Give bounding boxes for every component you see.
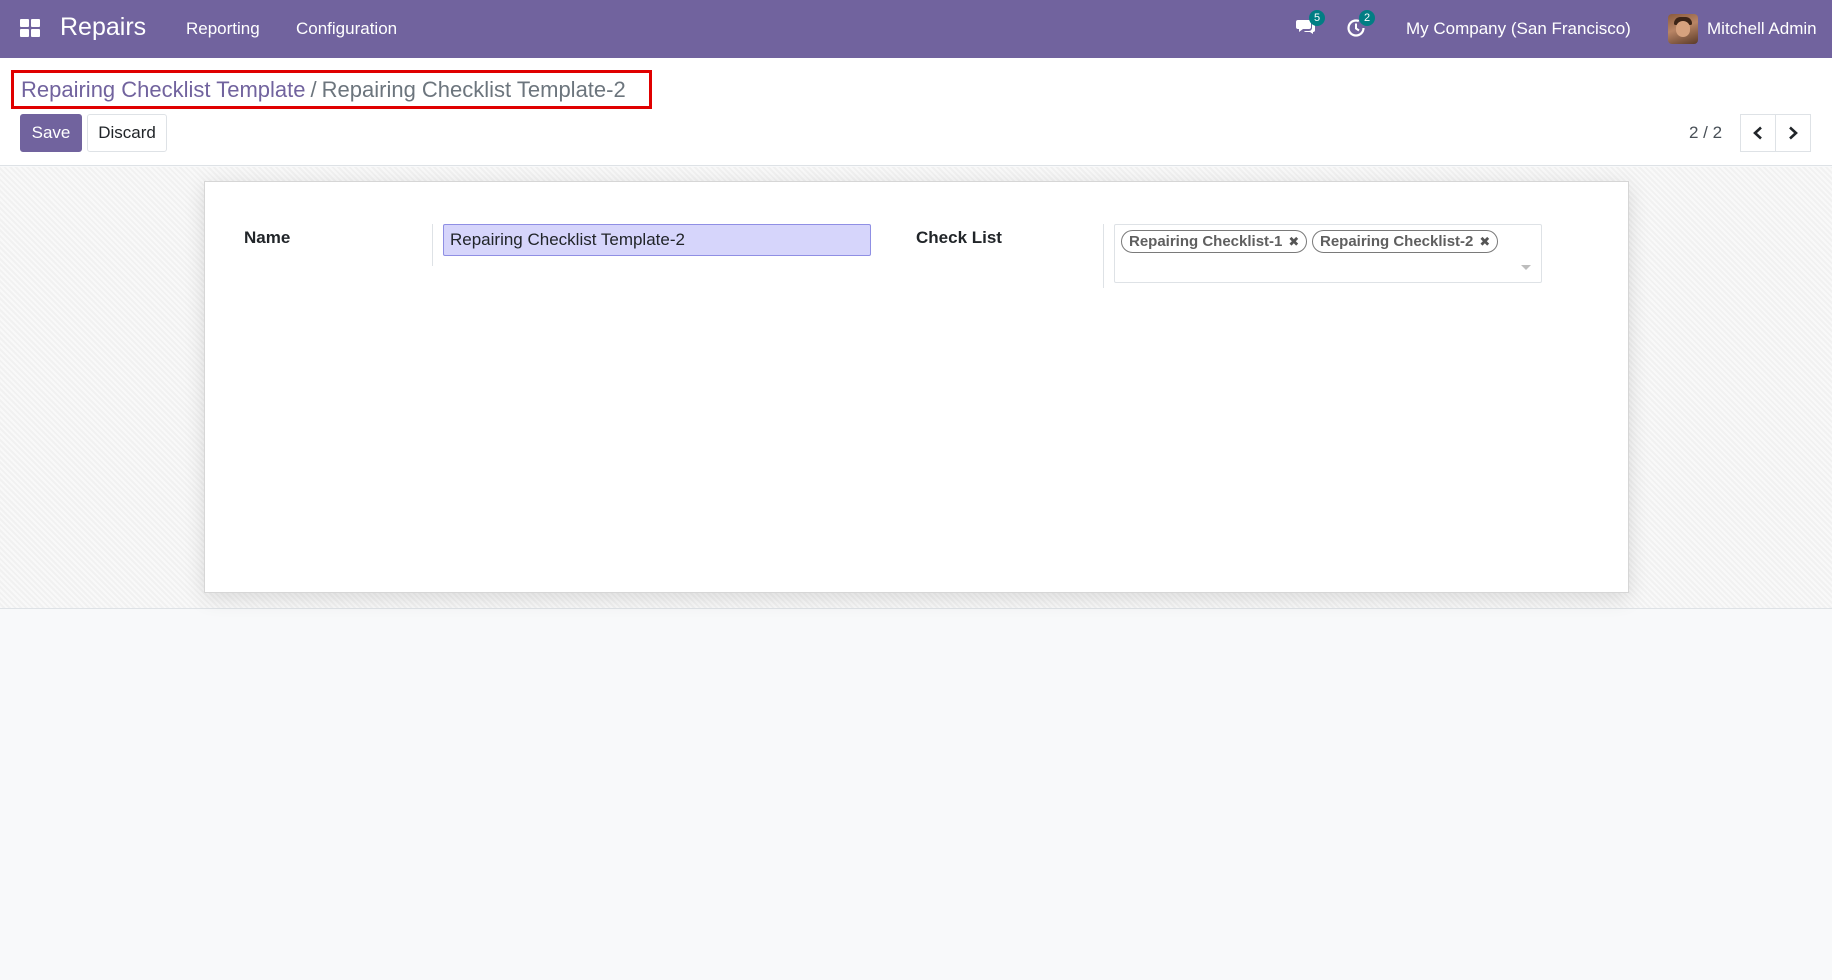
pager-next-button[interactable] bbox=[1775, 114, 1811, 152]
chevron-right-icon bbox=[1789, 126, 1798, 140]
checklist-label: Check List bbox=[916, 228, 1002, 247]
pager-previous-button[interactable] bbox=[1740, 114, 1776, 152]
messages-button[interactable]: 5 bbox=[1296, 10, 1325, 40]
checklist-tag: Repairing Checklist-1 ✖ bbox=[1121, 230, 1308, 253]
dropdown-caret-icon[interactable] bbox=[1521, 265, 1531, 270]
apps-grid-icon[interactable] bbox=[20, 19, 41, 38]
company-switcher[interactable]: My Company (San Francisco) bbox=[1406, 19, 1631, 39]
activities-count-badge: 2 bbox=[1359, 10, 1375, 26]
remove-tag-icon[interactable]: ✖ bbox=[1288, 234, 1299, 250]
pager-value[interactable]: 2 / 2 bbox=[1689, 123, 1722, 143]
breadcrumb: Repairing Checklist Template / Repairing… bbox=[11, 70, 652, 109]
messages-count-badge: 5 bbox=[1309, 10, 1325, 26]
discard-button[interactable]: Discard bbox=[87, 114, 167, 152]
chevron-left-icon bbox=[1753, 126, 1762, 140]
checklist-tags-field[interactable]: Repairing Checklist-1 ✖ Repairing Checkl… bbox=[1114, 224, 1542, 283]
breadcrumb-separator: / bbox=[310, 76, 317, 102]
checklist-tag: Repairing Checklist-2 ✖ bbox=[1312, 230, 1499, 253]
breadcrumb-parent-link[interactable]: Repairing Checklist Template bbox=[21, 77, 306, 103]
avatar[interactable] bbox=[1668, 14, 1698, 44]
checklist-divider bbox=[1103, 224, 1104, 288]
activities-button[interactable]: 2 bbox=[1346, 10, 1375, 40]
name-label: Name bbox=[244, 228, 291, 247]
control-panel: Repairing Checklist Template / Repairing… bbox=[0, 58, 1832, 166]
remove-tag-icon[interactable]: ✖ bbox=[1479, 234, 1490, 250]
name-divider bbox=[432, 224, 433, 266]
avatar-face bbox=[1676, 21, 1690, 37]
checklist-tag-label: Repairing Checklist-1 bbox=[1129, 233, 1283, 250]
user-menu[interactable]: Mitchell Admin bbox=[1707, 19, 1817, 39]
menu-reporting[interactable]: Reporting bbox=[186, 19, 260, 39]
breadcrumb-current: Repairing Checklist Template-2 bbox=[321, 76, 626, 102]
app-name[interactable]: Repairs bbox=[60, 13, 146, 42]
top-navbar: Repairs Reporting Configuration 5 2 My C… bbox=[0, 0, 1832, 58]
save-button[interactable]: Save bbox=[20, 114, 82, 152]
menu-configuration[interactable]: Configuration bbox=[296, 19, 397, 39]
name-input[interactable] bbox=[443, 224, 871, 256]
checklist-tag-label: Repairing Checklist-2 bbox=[1320, 233, 1474, 250]
